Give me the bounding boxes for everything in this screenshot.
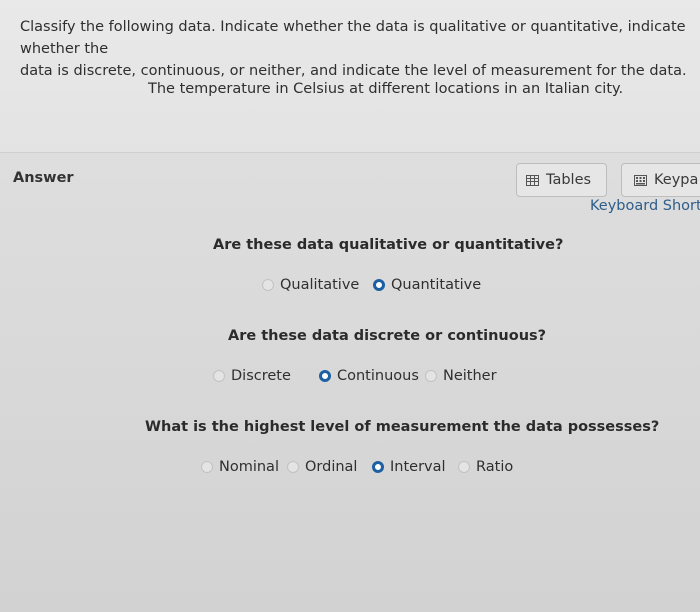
q3-option-interval[interactable]: Interval [372,459,446,475]
option-label: Quantitative [391,277,482,293]
tables-button[interactable]: Tables [516,163,607,197]
table-icon [526,174,539,186]
q3-option-nominal[interactable]: Nominal [201,459,279,475]
keypad-button[interactable]: Keypa [621,163,700,197]
radio-button-selected[interactable] [319,370,331,382]
radio-button[interactable] [262,279,274,291]
radio-button-selected[interactable] [372,461,384,473]
radio-button[interactable] [201,461,213,473]
option-label: Ordinal [305,459,358,475]
q1-option-qualitative[interactable]: Qualitative [262,277,359,293]
q3-option-ordinal[interactable]: Ordinal [287,459,357,475]
option-label: Neither [443,368,497,384]
q2-option-continuous[interactable]: Continuous [319,368,419,384]
option-label: Ratio [476,459,514,475]
q2-option-neither[interactable]: Neither [425,368,497,384]
radio-button[interactable] [425,370,437,382]
q1-option-quantitative[interactable]: Quantitative [373,277,481,293]
q3-option-ratio[interactable]: Ratio [458,459,513,475]
option-label: Interval [390,459,446,475]
answer-label: Answer [13,170,74,186]
q2-title: Are these data discrete or continuous? [228,328,547,344]
radio-button[interactable] [213,370,225,382]
keyboard-shortcuts-link[interactable]: Keyboard Shortc [590,198,700,214]
radio-button[interactable] [458,461,470,473]
option-label: Nominal [219,459,279,475]
q3-title: What is the highest level of measurement… [145,419,660,435]
question-detail: The temperature in Celsius at different … [148,81,624,97]
radio-button[interactable] [287,461,299,473]
radio-button-selected[interactable] [373,279,385,291]
option-label: Qualitative [280,277,360,293]
answer-panel: Answer Tables Keypa Keyboard Shortc Are … [0,153,700,612]
q2-option-discrete[interactable]: Discrete [213,368,291,384]
keypad-button-label: Keypa [654,172,699,188]
tables-button-label: Tables [546,172,592,188]
option-label: Discrete [231,368,291,384]
q1-title: Are these data qualitative or quantitati… [213,237,564,253]
question-panel: Classify the following data. Indicate wh… [0,0,700,153]
keypad-icon [634,174,647,186]
option-label: Continuous [337,368,419,384]
question-prompt: Classify the following data. Indicate wh… [20,19,687,79]
